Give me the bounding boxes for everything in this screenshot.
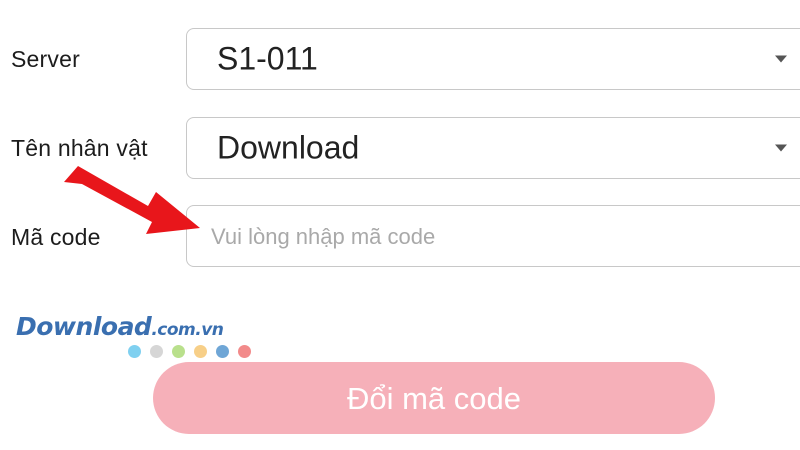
watermark-dot [128, 345, 141, 358]
code-input[interactable] [209, 206, 773, 268]
character-select-value: Download [217, 129, 360, 166]
server-label: Server [11, 46, 80, 72]
code-field-box [186, 205, 800, 268]
watermark-dot [194, 345, 207, 358]
server-select[interactable]: S1-011 [186, 28, 800, 90]
server-select-value: S1-011 [217, 40, 318, 77]
character-select[interactable]: Download [186, 117, 800, 179]
watermark-dot [238, 345, 251, 358]
watermark-dots [128, 345, 251, 358]
chevron-down-icon [775, 55, 787, 63]
redeem-code-button[interactable]: Đổi mã code [153, 362, 715, 434]
download-watermark-logo: Download.com.vn [16, 312, 276, 362]
watermark-dot [150, 345, 163, 358]
chevron-down-icon [775, 144, 787, 152]
watermark-text: Download.com.vn [16, 312, 224, 341]
red-arrow-icon [64, 166, 200, 234]
watermark-dot [216, 345, 229, 358]
watermark-dot [172, 345, 185, 358]
